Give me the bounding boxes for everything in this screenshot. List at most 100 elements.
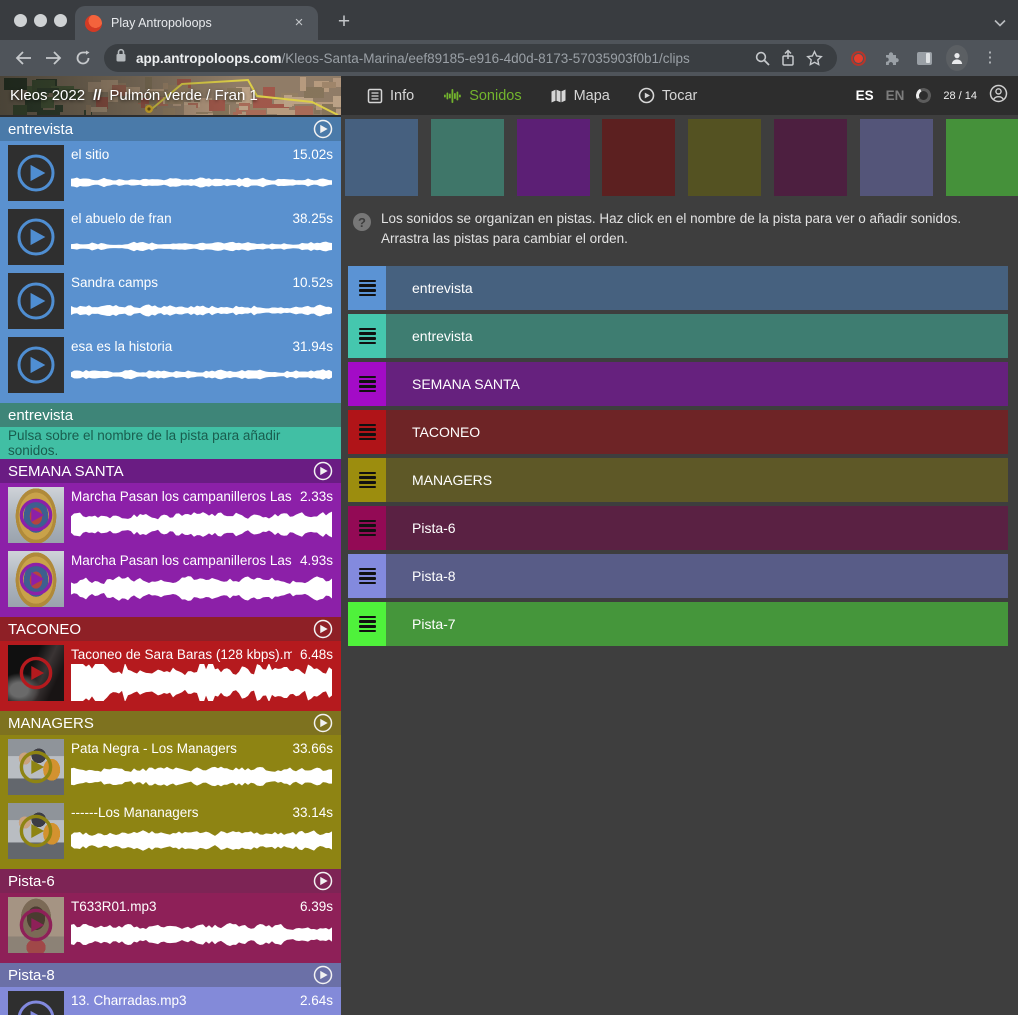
clip-item[interactable]: el abuelo de fran38.25s <box>0 205 341 269</box>
window-zoom-button[interactable] <box>54 14 67 27</box>
tab-search-chevron-icon[interactable] <box>994 14 1006 32</box>
track-header[interactable]: entrevista <box>0 117 341 141</box>
clip-item[interactable]: Pata Negra - Los Managers33.66s <box>0 735 341 799</box>
track-row[interactable]: TACONEO <box>348 410 1008 454</box>
clip-item[interactable]: Taconeo de Sara Baras (128 kbps).mp36.48… <box>0 641 341 705</box>
window-minimize-button[interactable] <box>34 14 47 27</box>
palette-square[interactable] <box>602 119 675 196</box>
track-play-all-button[interactable] <box>313 119 333 139</box>
clip-item[interactable]: el sitio15.02s <box>0 141 341 205</box>
track-header[interactable]: Pista-8 <box>0 963 341 987</box>
clip-duration: 33.14s <box>292 803 333 822</box>
track-row[interactable]: Pista-6 <box>348 506 1008 550</box>
tab-mapa[interactable]: Mapa <box>538 76 622 115</box>
clip-item[interactable]: ------Los Mananagers33.14s <box>0 799 341 863</box>
clip-item[interactable]: Sandra camps10.52s <box>0 269 341 333</box>
clip-play-button[interactable] <box>16 217 56 257</box>
clip-item[interactable]: 13. Charradas.mp32.64s <box>0 987 341 1015</box>
clip-play-button[interactable] <box>16 281 56 321</box>
clip-play-button[interactable] <box>16 999 56 1015</box>
clip-item[interactable]: esa es la historia31.94s <box>0 333 341 397</box>
clip-play-button[interactable] <box>18 749 54 785</box>
new-tab-button[interactable]: + <box>330 8 358 36</box>
drag-handle[interactable] <box>348 410 386 454</box>
clip-waveform[interactable] <box>71 758 333 795</box>
account-icon[interactable] <box>989 84 1008 108</box>
clip-play-button[interactable] <box>16 345 56 385</box>
palette-square[interactable] <box>688 119 761 196</box>
clip-play-button[interactable] <box>18 813 54 849</box>
track-play-all-button[interactable] <box>313 619 333 639</box>
clip-play-button[interactable] <box>18 655 54 691</box>
tab-tocar[interactable]: Tocar <box>626 76 709 115</box>
forward-button[interactable] <box>38 43 68 73</box>
clip-play-button[interactable] <box>18 907 54 943</box>
track-play-all-button[interactable] <box>313 871 333 891</box>
lang-en-button[interactable]: EN <box>886 88 905 103</box>
record-extension-icon[interactable] <box>847 47 869 69</box>
clip-waveform[interactable] <box>71 292 333 329</box>
clip-item[interactable]: Marcha Pasan los campanilleros Las Mejor… <box>0 483 341 547</box>
track-header[interactable]: MANAGERS <box>0 711 341 735</box>
zoom-page-icon[interactable] <box>749 45 775 71</box>
clip-play-button[interactable] <box>18 497 54 533</box>
browser-tab[interactable]: Play Antropoloops × <box>75 6 318 40</box>
track-row[interactable]: Pista-8 <box>348 554 1008 598</box>
clip-title-row: Pata Negra - Los Managers33.66s <box>71 739 333 758</box>
clip-waveform[interactable] <box>71 1010 333 1015</box>
window-close-button[interactable] <box>14 14 27 27</box>
drag-handle[interactable] <box>348 362 386 406</box>
tab-sonidos[interactable]: Sonidos <box>430 76 533 115</box>
browser-menu-icon[interactable]: ⋮ <box>979 47 1001 69</box>
drag-handle[interactable] <box>348 266 386 310</box>
track-row[interactable]: SEMANA SANTA <box>348 362 1008 406</box>
clip-play-button[interactable] <box>16 153 56 193</box>
clip-waveform[interactable] <box>71 228 333 265</box>
track-header[interactable]: entrevista <box>0 403 341 427</box>
drag-handle[interactable] <box>348 602 386 646</box>
drag-handle[interactable] <box>348 314 386 358</box>
drag-handle[interactable] <box>348 458 386 502</box>
profile-avatar[interactable] <box>946 47 968 69</box>
clip-waveform[interactable] <box>71 164 333 201</box>
side-panel-icon[interactable] <box>913 47 935 69</box>
clip-waveform[interactable] <box>71 506 333 543</box>
lang-es-button[interactable]: ES <box>856 88 874 103</box>
palette-square[interactable] <box>431 119 504 196</box>
palette-square[interactable] <box>517 119 590 196</box>
project-banner[interactable]: Kleos 2022 // Pulmón verde / Fran 1 <box>0 76 341 115</box>
track-header[interactable]: Pista-6 <box>0 869 341 893</box>
address-bar[interactable]: app.antropoloops.com/Kleos-Santa-Marina/… <box>104 44 837 72</box>
track-play-all-button[interactable] <box>313 713 333 733</box>
clip-item[interactable]: T633R01.mp36.39s <box>0 893 341 957</box>
extensions-puzzle-icon[interactable] <box>880 47 902 69</box>
window-controls[interactable] <box>14 14 67 27</box>
palette-square[interactable] <box>860 119 933 196</box>
back-button[interactable] <box>8 43 38 73</box>
drag-handle[interactable] <box>348 506 386 550</box>
clip-waveform[interactable] <box>71 356 333 393</box>
palette-square[interactable] <box>774 119 847 196</box>
track-header[interactable]: TACONEO <box>0 617 341 641</box>
track-row[interactable]: entrevista <box>348 266 1008 310</box>
share-icon[interactable] <box>775 45 801 71</box>
palette-square[interactable] <box>946 119 1018 196</box>
clip-play-button[interactable] <box>18 561 54 597</box>
clip-item[interactable]: Marcha Pasan los campanilleros Las Mejor… <box>0 547 341 611</box>
track-row[interactable]: Pista-7 <box>348 602 1008 646</box>
clip-waveform[interactable] <box>71 822 333 859</box>
bookmark-star-icon[interactable] <box>801 45 827 71</box>
reload-button[interactable] <box>68 43 98 73</box>
track-play-all-button[interactable] <box>313 461 333 481</box>
clip-waveform[interactable] <box>71 570 333 607</box>
track-header[interactable]: SEMANA SANTA <box>0 459 341 483</box>
palette-square[interactable] <box>345 119 418 196</box>
drag-handle[interactable] <box>348 554 386 598</box>
tab-info[interactable]: Info <box>355 76 426 115</box>
track-play-all-button[interactable] <box>313 965 333 985</box>
clip-waveform[interactable] <box>71 916 333 953</box>
tab-close-icon[interactable]: × <box>290 14 308 32</box>
track-row[interactable]: entrevista <box>348 314 1008 358</box>
clip-waveform[interactable] <box>71 664 333 701</box>
track-row[interactable]: MANAGERS <box>348 458 1008 502</box>
